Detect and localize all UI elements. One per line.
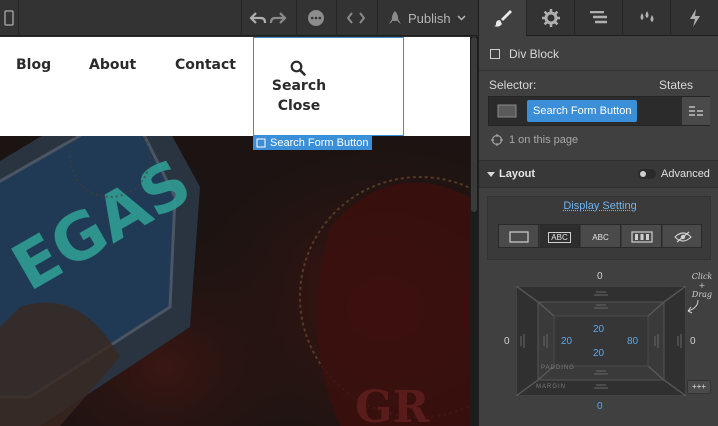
caret-down-icon	[487, 172, 495, 177]
publish-button[interactable]: Publish	[378, 0, 478, 36]
more-dots-icon	[308, 10, 324, 26]
on-page-count: 1 on this page	[509, 134, 579, 146]
navbar[interactable]: Blog About Contact Search Close	[0, 37, 470, 136]
margin-bottom-value[interactable]: 0	[597, 401, 603, 412]
toggle-knob	[640, 171, 646, 177]
display-none-button[interactable]	[663, 225, 701, 247]
gear-icon	[541, 9, 560, 27]
display-buttons: ABC ABC	[498, 224, 702, 248]
display-inline-button[interactable]: ABC	[581, 225, 621, 247]
margin-caption: MARGIN	[536, 384, 566, 390]
webflow-designer: Publish EGAS GR Blog About Contact Searc…	[0, 0, 718, 426]
close-label: Close	[277, 98, 321, 114]
undo-icon	[249, 12, 267, 24]
padding-left-value[interactable]: 20	[561, 336, 572, 347]
square-icon	[256, 138, 266, 148]
tablet-icon	[4, 10, 14, 26]
redo-button[interactable]	[268, 0, 288, 36]
panel-tabs	[479, 0, 718, 36]
inline-block-abc-icon: ABC	[548, 231, 571, 243]
search-form-button[interactable]: Search Close	[253, 37, 404, 136]
tab-interactions[interactable]	[671, 0, 718, 36]
device-preview-button[interactable]	[0, 0, 18, 36]
div-block-icon	[490, 49, 500, 59]
advanced-toggle[interactable]	[638, 169, 656, 179]
comments-button[interactable]	[297, 0, 335, 36]
paintbrush-icon	[493, 10, 512, 27]
element-type-row: Div Block	[490, 47, 559, 61]
search-label: Search	[271, 78, 327, 94]
more-spacing-button[interactable]: +++	[687, 380, 711, 394]
margin-top-value[interactable]: 0	[597, 271, 603, 282]
search-icon	[290, 60, 306, 76]
advanced-label: Advanced	[661, 168, 710, 180]
list-options-icon	[689, 106, 703, 116]
hint-arrow-icon	[687, 299, 699, 314]
element-type-label: Div Block	[509, 47, 560, 61]
selector-field[interactable]: Search Form Button	[488, 96, 710, 126]
display-block-button[interactable]	[499, 225, 539, 247]
code-icon	[346, 12, 366, 24]
nav-link-about[interactable]: About	[89, 57, 136, 73]
padding-caption: PADDING	[541, 365, 575, 371]
lightning-icon	[690, 9, 700, 27]
box-model-editor: 0 0 0 0 20 20 80 20 PADDING MARGIN Click…	[479, 268, 718, 418]
nav-link-contact[interactable]: Contact	[175, 57, 236, 73]
publish-label: Publish	[408, 10, 451, 26]
margin-right-value[interactable]: 0	[690, 336, 696, 347]
top-toolbar: Publish	[0, 0, 478, 36]
rocket-icon	[389, 11, 401, 24]
flex-display-icon	[630, 231, 653, 243]
design-canvas[interactable]: EGAS GR Blog About Contact Search Close	[0, 37, 478, 426]
target-icon	[491, 134, 503, 146]
layout-section-header[interactable]: Layout Advanced	[479, 160, 718, 188]
selected-element-label: Search Form Button	[270, 137, 369, 149]
redo-icon	[269, 12, 287, 24]
block-display-icon	[508, 231, 529, 243]
more-spacing-label: +++	[691, 382, 706, 391]
selector-chip[interactable]: Search Form Button	[527, 100, 638, 122]
padding-bottom-value[interactable]: 20	[593, 348, 604, 359]
layout-title: Layout	[499, 168, 536, 180]
layers-icon	[589, 11, 607, 24]
display-flex-button[interactable]	[622, 225, 662, 247]
nav-link-blog[interactable]: Blog	[16, 57, 51, 73]
drops-icon	[640, 11, 653, 22]
toolbar-divider	[241, 0, 242, 36]
on-page-row: 1 on this page	[491, 134, 578, 146]
selected-element-tag: Search Form Button	[253, 136, 373, 150]
canvas-scrollbar[interactable]	[470, 37, 478, 426]
eye-hidden-icon	[674, 231, 692, 243]
display-setting-label[interactable]: Display Setting	[488, 200, 712, 212]
svg-text:GR: GR	[355, 382, 430, 426]
selector-label: Selector:	[489, 78, 537, 92]
padding-top-value[interactable]: 20	[593, 324, 604, 335]
tab-navigator[interactable]	[575, 0, 623, 36]
tab-style-manager[interactable]	[623, 0, 671, 36]
box-model-diagram	[516, 286, 686, 396]
toolbar-divider	[18, 0, 19, 36]
margin-left-value[interactable]: 0	[504, 336, 510, 347]
panel-divider	[479, 70, 718, 71]
display-inline-block-button[interactable]: ABC	[540, 225, 580, 247]
style-panel: Div Block Selector: States Search Form B…	[478, 0, 718, 426]
padding-right-value[interactable]: 80	[627, 336, 638, 347]
element-square-icon	[497, 104, 517, 118]
click-drag-hint: Click + Drag	[691, 272, 713, 299]
code-export-button[interactable]	[337, 0, 375, 36]
display-setting-box: Display Setting ABC ABC	[487, 196, 711, 260]
selector-options-button[interactable]	[682, 97, 710, 125]
tab-settings[interactable]	[527, 0, 575, 36]
scrollbar-thumb[interactable]	[471, 37, 477, 212]
chevron-down-icon	[457, 15, 466, 21]
tab-style[interactable]	[479, 0, 527, 36]
inline-abc-icon: ABC	[592, 232, 609, 242]
undo-button[interactable]	[248, 0, 268, 36]
states-dropdown[interactable]: States	[659, 78, 693, 92]
